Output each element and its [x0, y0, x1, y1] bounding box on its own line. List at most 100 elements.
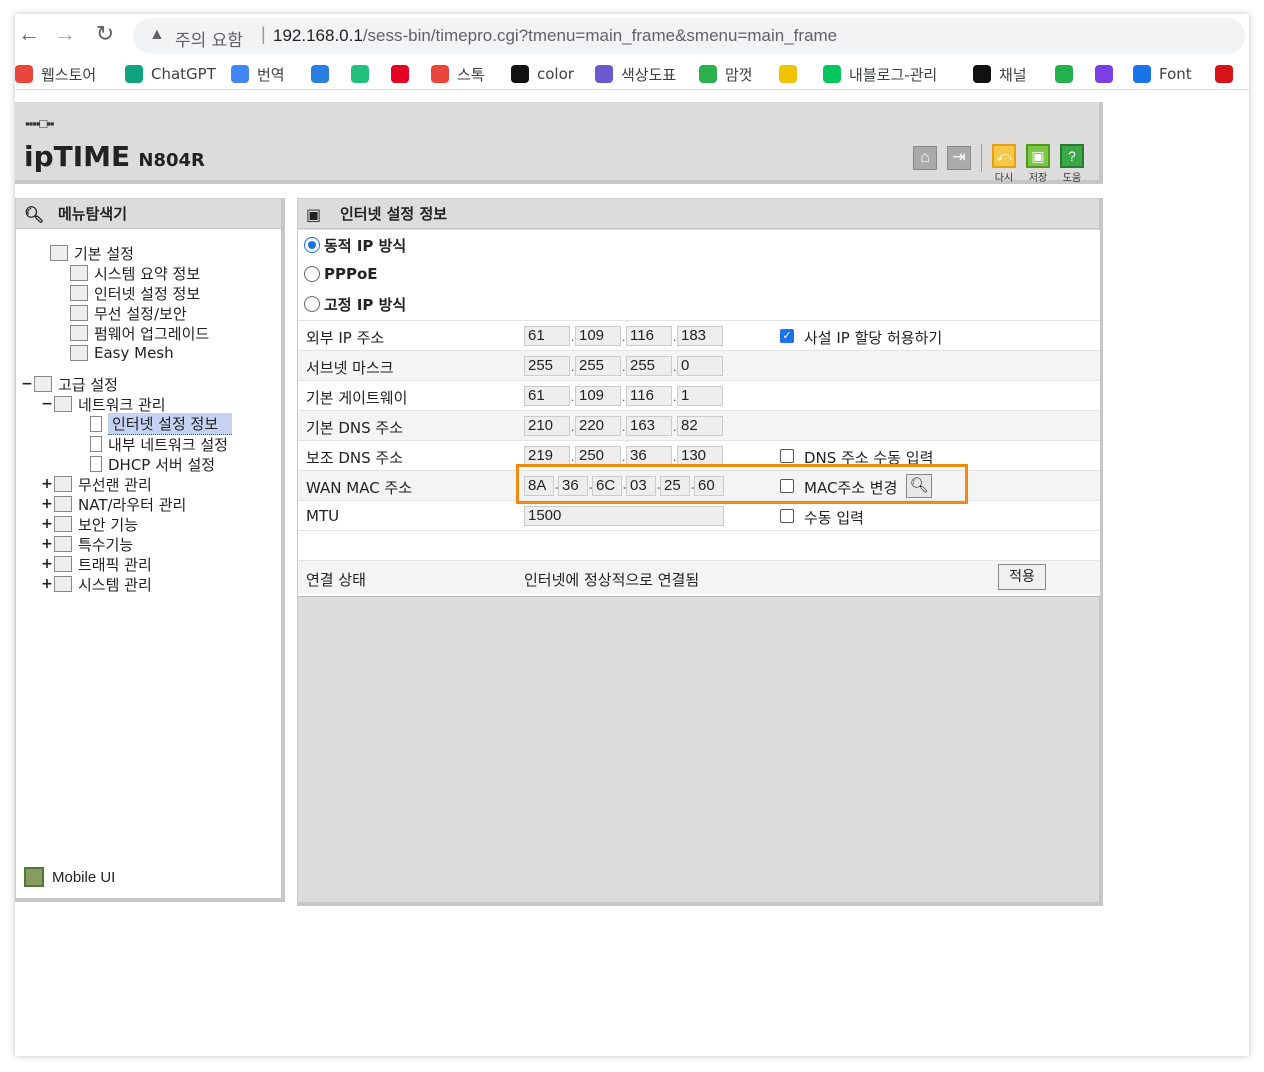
url-text[interactable]: 192.168.0.1/sess-bin/timepro.cgi?tmenu=m… [273, 26, 837, 46]
tree-item-5[interactable]: Easy Mesh [56, 343, 174, 363]
bookmark-13[interactable] [1055, 62, 1081, 86]
expand-icon[interactable]: + [40, 476, 54, 492]
mode-static-label: 고정 IP 방식 [324, 295, 407, 314]
ip-octet-input[interactable]: 109 [575, 326, 621, 346]
tree-item-4[interactable]: 펌웨어 업그레이드 [56, 323, 209, 343]
ip-octet-input[interactable]: 1 [677, 386, 723, 406]
address-bar[interactable]: ▲ 주의 요함 | 192.168.0.1/sess-bin/timepro.c… [133, 18, 1245, 54]
mtu-manual-label: 수동 입력 [804, 509, 864, 527]
tree-item-10[interactable]: DHCP 서버 설정 [76, 454, 215, 474]
bookmark-1[interactable]: ChatGPT [125, 62, 216, 86]
folder-icon [54, 556, 72, 572]
save-button[interactable]: ▣ 저장 [1025, 144, 1051, 184]
tree-item-0[interactable]: 기본 설정 [36, 243, 134, 263]
mode-pppoe-radio[interactable]: PPPoE [304, 263, 378, 285]
ip-octet-input[interactable]: 109 [575, 386, 621, 406]
document-icon [70, 265, 88, 281]
tree-item-7[interactable]: − 네트워크 관리 [40, 394, 165, 414]
ip-octet-input[interactable]: 61 [524, 326, 570, 346]
ip-octet-input[interactable]: 36 [626, 446, 672, 466]
tree-item-3[interactable]: 무선 설정/보안 [56, 303, 187, 323]
expand-icon[interactable]: + [40, 496, 54, 512]
row-spacer [298, 530, 1100, 560]
bookmark-16[interactable] [1215, 62, 1241, 86]
apply-button[interactable]: 적용 [998, 564, 1046, 590]
tree-item-8[interactable]: 인터넷 설정 정보 [76, 413, 233, 435]
field-label: WAN MAC 주소 [306, 479, 413, 497]
mode-static-radio[interactable]: 고정 IP 방식 [304, 293, 406, 315]
security-label[interactable]: 주의 요함 [175, 26, 243, 51]
expand-icon[interactable]: + [40, 576, 54, 592]
ip-octet-input[interactable]: 116 [626, 386, 672, 406]
bookmark-3[interactable] [311, 62, 337, 86]
mode-dynamic-radio[interactable]: 동적 IP 방식 [304, 234, 406, 256]
tree-item-16[interactable]: + 시스템 관리 [40, 574, 152, 594]
folder-icon [54, 496, 72, 512]
home-icon[interactable]: ⌂ [913, 146, 937, 170]
reload-icon[interactable]: ↻ [91, 20, 119, 48]
ip-octet-input[interactable]: 250 [575, 446, 621, 466]
bookmark-4[interactable] [351, 62, 377, 86]
mtu-input[interactable]: 1500 [524, 506, 724, 526]
ip-octet-input[interactable]: 220 [575, 416, 621, 436]
back-icon[interactable]: ← [15, 20, 43, 48]
ip-octet-input[interactable]: 116 [626, 326, 672, 346]
collapse-icon[interactable]: − [40, 396, 54, 412]
px-icon [1055, 65, 1073, 83]
warning-icon[interactable]: ▲ [149, 26, 165, 44]
ip-octet-input[interactable]: 255 [524, 356, 570, 376]
ip-octet-input[interactable]: 255 [575, 356, 621, 376]
tree-item-14[interactable]: + 특수기능 [40, 534, 133, 554]
tree-item-15[interactable]: + 트래픽 관리 [40, 554, 152, 574]
radio-dynamic[interactable] [304, 237, 320, 253]
mobile-ui-link[interactable]: Mobile UI [24, 867, 115, 887]
radio-pppoe[interactable] [304, 266, 320, 282]
tree-item-1[interactable]: 시스템 요약 정보 [56, 263, 200, 283]
ip-octet-input[interactable]: 210 [524, 416, 570, 436]
mtu-manual-checkbox[interactable] [780, 509, 794, 523]
bookmark-6[interactable]: 스톡 [431, 62, 485, 86]
private-ip-checkbox[interactable]: ✓ [780, 329, 794, 343]
tree-item-6[interactable]: − 고급 설정 [20, 374, 118, 394]
bookmark-7[interactable]: color [511, 62, 574, 86]
internet-settings-panel: ▣ 인터넷 설정 정보 동적 IP 방식 PPPoE 고정 IP 방식 외부 I… [297, 198, 1103, 906]
tree-item-label: 시스템 관리 [78, 575, 152, 594]
logout-icon[interactable]: ⇥ [947, 146, 971, 170]
radio-static[interactable] [304, 296, 320, 312]
bookmark-2[interactable]: 번역 [231, 62, 285, 86]
folder-icon [54, 536, 72, 552]
ip-octet-input[interactable]: 183 [677, 326, 723, 346]
bookmark-11[interactable]: 내블로그-관리 [823, 62, 937, 86]
help-button[interactable]: ? 도움 [1059, 144, 1085, 184]
bookmark-12[interactable]: 채널 [973, 62, 1027, 86]
ip-octet-input[interactable]: 219 [524, 446, 570, 466]
collapse-icon[interactable]: − [20, 376, 34, 392]
redo-button[interactable]: ⤺ 다시 [991, 144, 1017, 184]
bookmark-10[interactable] [779, 62, 805, 86]
expand-icon[interactable]: + [40, 556, 54, 572]
tree-item-11[interactable]: + 무선랜 관리 [40, 474, 152, 494]
bookmark-5[interactable] [391, 62, 417, 86]
ip-octet-input[interactable]: 130 [677, 446, 723, 466]
octet-separator: . [673, 390, 677, 404]
bookmark-8[interactable]: 색상도표 [595, 62, 676, 86]
ip-octet-input[interactable]: 163 [626, 416, 672, 436]
tree-item-12[interactable]: + NAT/라우터 관리 [40, 494, 186, 514]
bookmark-14[interactable] [1095, 62, 1121, 86]
forward-icon[interactable]: → [51, 20, 79, 48]
bookmark-0[interactable]: 웹스토어 [15, 62, 96, 86]
tree-item-9[interactable]: 내부 네트워크 설정 [76, 434, 228, 454]
tree-item-13[interactable]: + 보안 기능 [40, 514, 138, 534]
octet-separator: . [622, 450, 626, 464]
expand-icon[interactable]: + [40, 516, 54, 532]
folder-icon [34, 376, 52, 392]
tree-item-2[interactable]: 인터넷 설정 정보 [56, 283, 200, 303]
bookmark-15[interactable]: Font [1133, 62, 1192, 86]
dns-manual-checkbox[interactable] [780, 449, 794, 463]
ip-octet-input[interactable]: 61 [524, 386, 570, 406]
expand-icon[interactable]: + [40, 536, 54, 552]
ip-octet-input[interactable]: 0 [677, 356, 723, 376]
ip-octet-input[interactable]: 255 [626, 356, 672, 376]
ip-octet-input[interactable]: 82 [677, 416, 723, 436]
bookmark-9[interactable]: 맘껏 [699, 62, 753, 86]
